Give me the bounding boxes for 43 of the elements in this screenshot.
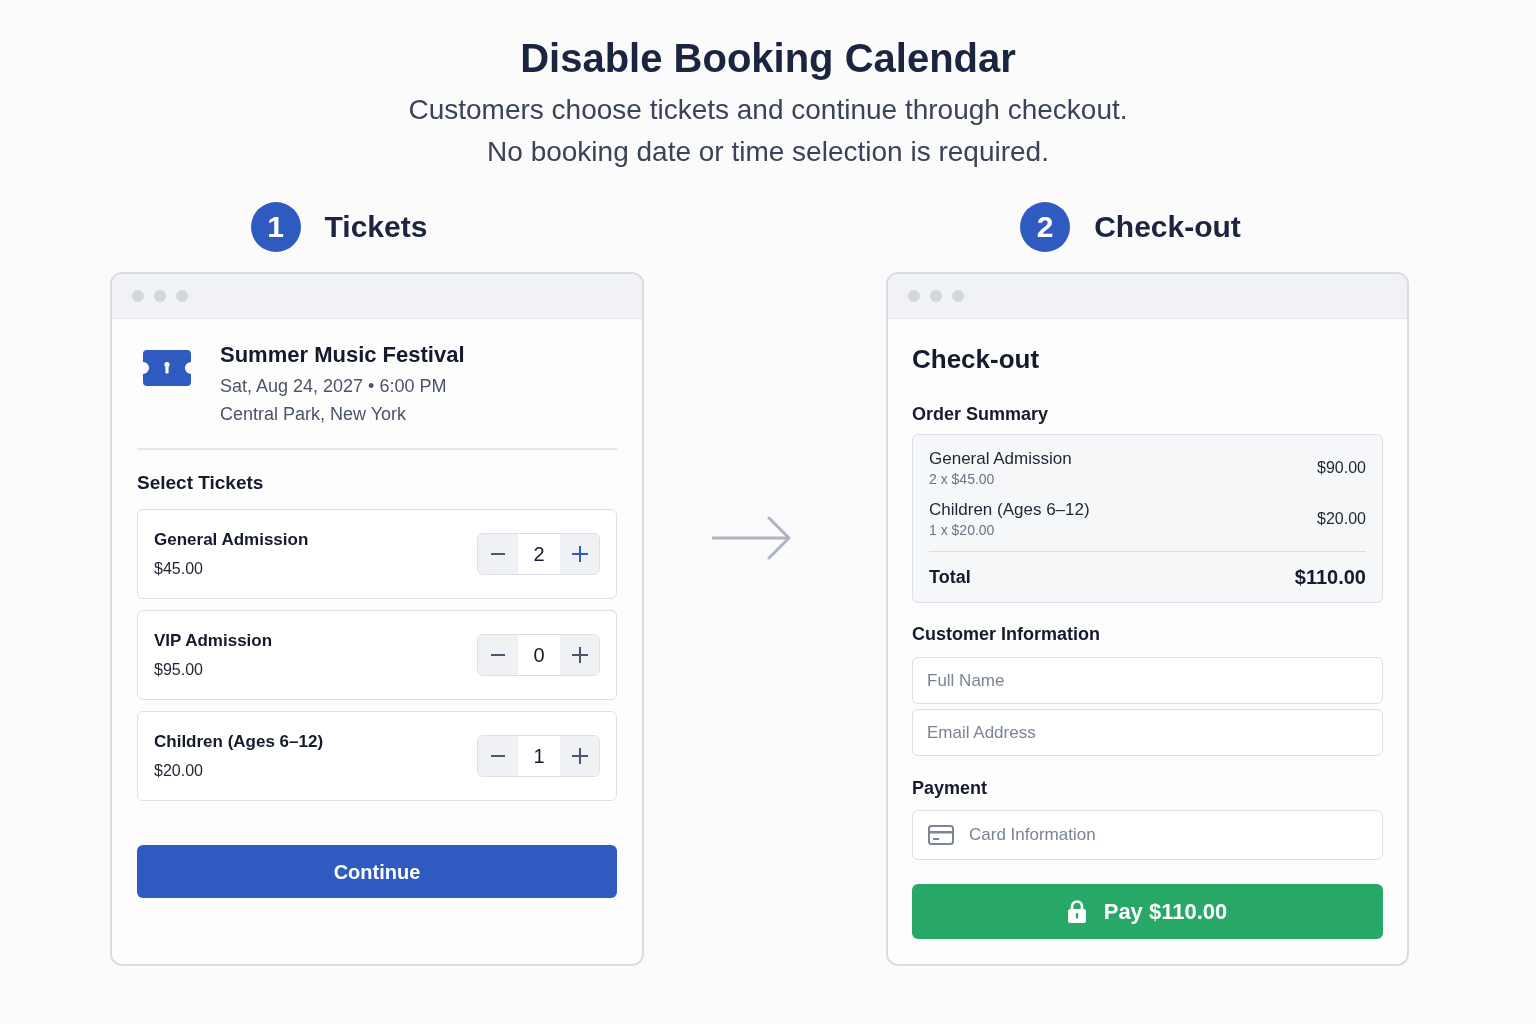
step-label: Tickets	[324, 209, 428, 245]
increase-button[interactable]	[560, 736, 599, 776]
summary-item-detail: 1 x $20.00	[929, 521, 996, 539]
total-amount: $110.00	[1294, 565, 1366, 589]
ticket-icon	[143, 350, 191, 386]
section-title: Select Tickets	[137, 471, 265, 495]
step-number: 2	[1020, 202, 1071, 252]
ticket-name: General Admission	[154, 528, 309, 551]
summary-item-amount: $90.00	[1317, 458, 1366, 478]
arrow-icon	[712, 516, 792, 560]
minus-icon	[491, 654, 505, 656]
minus-icon	[491, 553, 505, 555]
text-input-field[interactable]: Email Address	[912, 709, 1383, 756]
card-input-field[interactable]: Card Information	[912, 810, 1383, 860]
section-title: Order Summary	[912, 403, 1050, 426]
continue-button[interactable]: Continue	[137, 845, 617, 898]
lock-icon	[1067, 900, 1086, 923]
ticket-price: $45.00	[154, 558, 204, 579]
section-title: Payment	[912, 777, 989, 800]
checkout-title: Check-out	[912, 343, 1041, 375]
step-number: 1	[250, 202, 301, 252]
credit-card-icon	[928, 825, 954, 845]
minus-icon	[491, 755, 505, 757]
summary-item-name: Children (Ages 6–12)	[929, 499, 1090, 521]
summary-item-detail: 2 x $45.00	[929, 470, 996, 488]
event-location: Central Park, New York	[220, 403, 408, 426]
summary-item-amount: $20.00	[1317, 509, 1366, 529]
ticket-name: VIP Admission	[154, 629, 273, 652]
ticket-price: $95.00	[154, 659, 204, 680]
ticket-price: $20.00	[154, 760, 204, 781]
page-subtitle: Customers choose tickets and continue through checkout.	[408, 93, 1128, 127]
ticket-name: Children (Ages 6–12)	[154, 730, 324, 753]
increase-button[interactable]	[560, 534, 599, 574]
total-label: Total	[929, 566, 971, 589]
increase-button[interactable]	[560, 635, 599, 675]
summary-item-name: General Admission	[929, 448, 1072, 470]
step-label: Check-out	[1094, 209, 1241, 245]
section-title: Customer Information	[912, 623, 1101, 646]
event-date-time: Sat, Aug 24, 2027 • 6:00 PM	[220, 375, 448, 398]
page-subtitle: No booking date or time selection is required.	[487, 135, 1049, 169]
event-name: Summer Music Festival	[220, 341, 465, 369]
text-input-field[interactable]: Full Name	[912, 657, 1383, 704]
page-title: Disable Booking Calendar	[520, 35, 1016, 82]
